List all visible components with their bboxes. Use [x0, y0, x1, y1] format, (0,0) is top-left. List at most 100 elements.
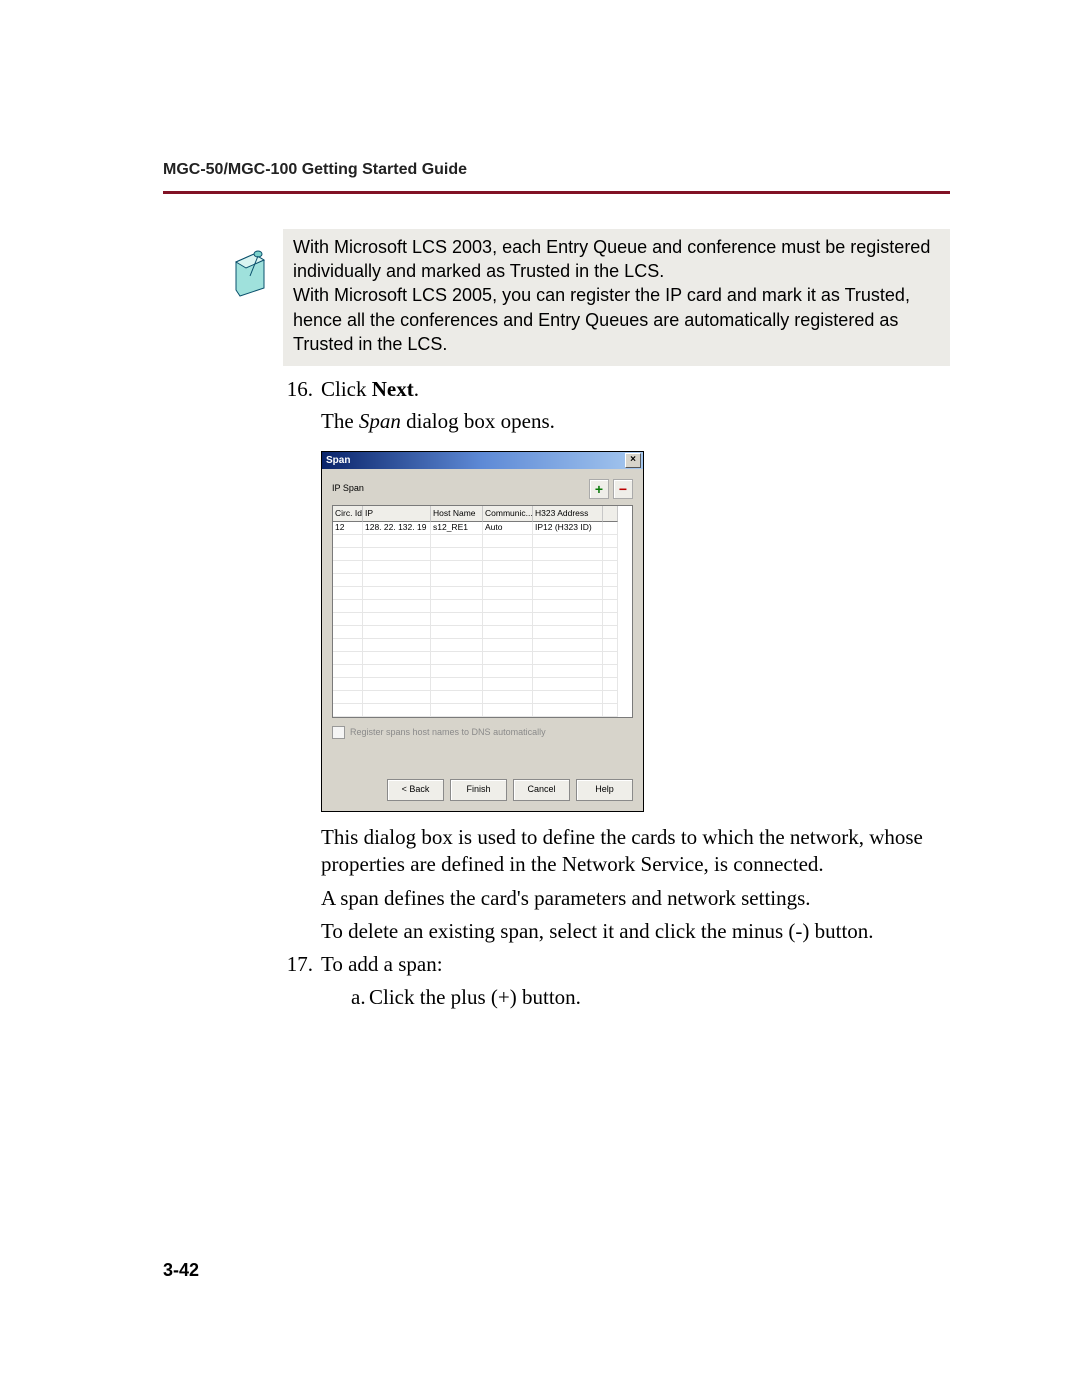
close-button[interactable]: × — [625, 453, 641, 468]
empty-cell — [333, 678, 363, 691]
dialog-titlebar: Span × — [322, 452, 643, 469]
empty-cell — [363, 587, 431, 600]
empty-cell — [483, 613, 533, 626]
step-text: To add a span: — [321, 952, 443, 976]
cell-comm[interactable]: Auto — [483, 522, 533, 535]
empty-cell — [431, 665, 483, 678]
italic-word: Span — [359, 409, 401, 433]
empty-cell — [533, 678, 603, 691]
empty-cell — [431, 613, 483, 626]
empty-cell — [533, 587, 603, 600]
empty-cell — [533, 639, 603, 652]
cell-host[interactable]: s12_RE1 — [431, 522, 483, 535]
note-icon — [230, 250, 270, 298]
step-subtext: The Span dialog box opens. — [321, 408, 950, 435]
empty-cell — [483, 691, 533, 704]
para: A span defines the card's parameters and… — [321, 885, 950, 912]
empty-cell — [603, 639, 618, 652]
cell-ip[interactable]: 128. 22. 132. 19 — [363, 522, 431, 535]
empty-cell — [431, 639, 483, 652]
add-span-button[interactable]: + — [589, 479, 609, 499]
empty-cell — [533, 665, 603, 678]
empty-cell — [363, 613, 431, 626]
back-button[interactable]: < Back — [387, 779, 444, 801]
empty-cell — [363, 691, 431, 704]
empty-cell — [483, 548, 533, 561]
empty-cell — [483, 587, 533, 600]
add-remove-controls: + − — [589, 479, 633, 499]
empty-cell — [533, 691, 603, 704]
empty-cell — [363, 652, 431, 665]
empty-cell — [533, 613, 603, 626]
empty-cell — [533, 535, 603, 548]
empty-cell — [363, 665, 431, 678]
span-table[interactable]: Circ. Id IP Host Name Communic... H323 A… — [332, 505, 633, 718]
empty-cell — [603, 535, 618, 548]
cell-circ[interactable]: 12 — [333, 522, 363, 535]
empty-cell — [431, 626, 483, 639]
col-last — [603, 506, 618, 522]
empty-cell — [483, 704, 533, 717]
dialog-buttons: < Back Finish Cancel Help — [332, 779, 633, 801]
empty-cell — [333, 574, 363, 587]
step-17: 17. To add a span: a. Click the plus (+)… — [283, 951, 950, 1012]
col-host[interactable]: Host Name — [431, 506, 483, 522]
empty-cell — [333, 652, 363, 665]
empty-cell — [333, 704, 363, 717]
cell-h323[interactable]: IP12 (H323 ID) — [533, 522, 603, 535]
col-ip[interactable]: IP — [363, 506, 431, 522]
empty-cell — [603, 561, 618, 574]
step-number: 16. — [271, 376, 313, 403]
empty-cell — [483, 561, 533, 574]
empty-cell — [603, 691, 618, 704]
empty-cell — [603, 600, 618, 613]
empty-cell — [363, 600, 431, 613]
note-icon-container — [230, 250, 266, 298]
empty-cell — [363, 626, 431, 639]
empty-cell — [603, 704, 618, 717]
empty-cell — [431, 691, 483, 704]
remove-span-button[interactable]: − — [613, 479, 633, 499]
empty-cell — [431, 652, 483, 665]
empty-cell — [363, 678, 431, 691]
empty-cell — [333, 691, 363, 704]
help-button[interactable]: Help — [576, 779, 633, 801]
empty-cell — [363, 548, 431, 561]
para: To delete an existing span, select it an… — [321, 918, 950, 945]
empty-cell — [483, 678, 533, 691]
note-text: With Microsoft LCS 2003, each Entry Queu… — [293, 237, 930, 354]
empty-cell — [533, 652, 603, 665]
bold-word: Next — [372, 377, 414, 401]
text-fragment: The — [321, 409, 359, 433]
empty-cell — [333, 535, 363, 548]
dns-checkbox-row[interactable]: Register spans host names to DNS automat… — [332, 726, 633, 739]
dialog-title: Span — [324, 454, 350, 467]
explanation: This dialog box is used to define the ca… — [321, 824, 950, 945]
empty-cell — [483, 535, 533, 548]
col-circ[interactable]: Circ. Id — [333, 506, 363, 522]
text-fragment: dialog box opens. — [401, 409, 555, 433]
empty-cell — [603, 548, 618, 561]
finish-button[interactable]: Finish — [450, 779, 507, 801]
empty-cell — [363, 561, 431, 574]
step-number: 17. — [271, 951, 313, 978]
checkbox-icon[interactable] — [332, 726, 345, 739]
col-comm[interactable]: Communic... — [483, 506, 533, 522]
empty-cell — [483, 639, 533, 652]
empty-cell — [431, 704, 483, 717]
cancel-button[interactable]: Cancel — [513, 779, 570, 801]
step-16: 16. Click Next. The Span dialog box open… — [283, 376, 950, 945]
empty-cell — [333, 665, 363, 678]
note-box: With Microsoft LCS 2003, each Entry Queu… — [283, 229, 950, 366]
para: This dialog box is used to define the ca… — [321, 824, 950, 879]
empty-cell — [431, 678, 483, 691]
empty-cell — [431, 600, 483, 613]
cell-last — [603, 522, 618, 535]
empty-cell — [533, 704, 603, 717]
empty-cell — [603, 652, 618, 665]
col-h323[interactable]: H323 Address — [533, 506, 603, 522]
empty-cell — [533, 548, 603, 561]
empty-cell — [603, 613, 618, 626]
empty-cell — [431, 535, 483, 548]
page-number: 3-42 — [163, 1259, 199, 1282]
